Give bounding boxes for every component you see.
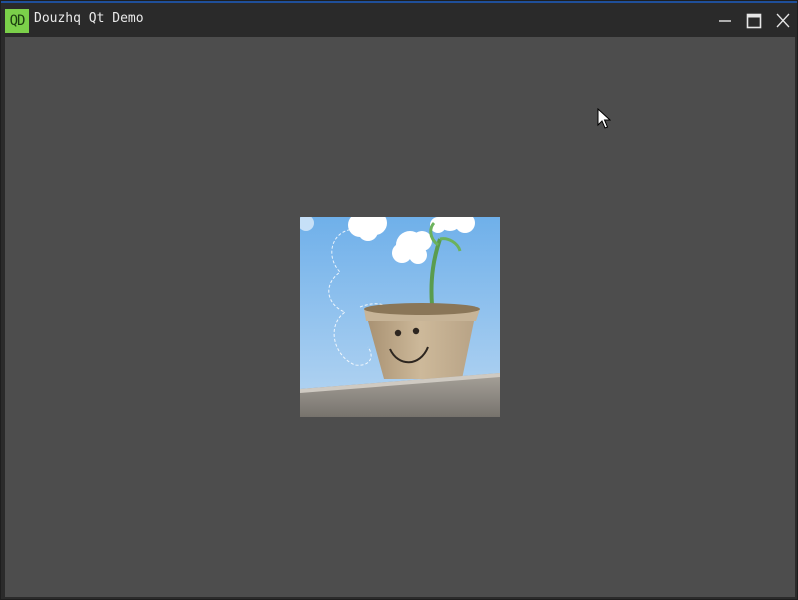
app-icon: QD <box>5 9 29 33</box>
content-area <box>5 37 795 597</box>
minimize-button[interactable] <box>712 9 738 33</box>
app-window: QD Douzhq Qt Demo <box>0 0 798 600</box>
close-button[interactable] <box>770 9 796 33</box>
window-title: Douzhq Qt Demo <box>34 11 144 26</box>
title-bar[interactable]: QD Douzhq Qt Demo <box>1 1 797 37</box>
smiling-flower-pot-image <box>300 217 500 417</box>
maximize-icon <box>746 13 762 29</box>
mouse-pointer-icon <box>597 108 611 129</box>
maximize-button[interactable] <box>741 9 767 33</box>
minimize-icon <box>719 20 731 22</box>
close-icon <box>776 13 790 28</box>
